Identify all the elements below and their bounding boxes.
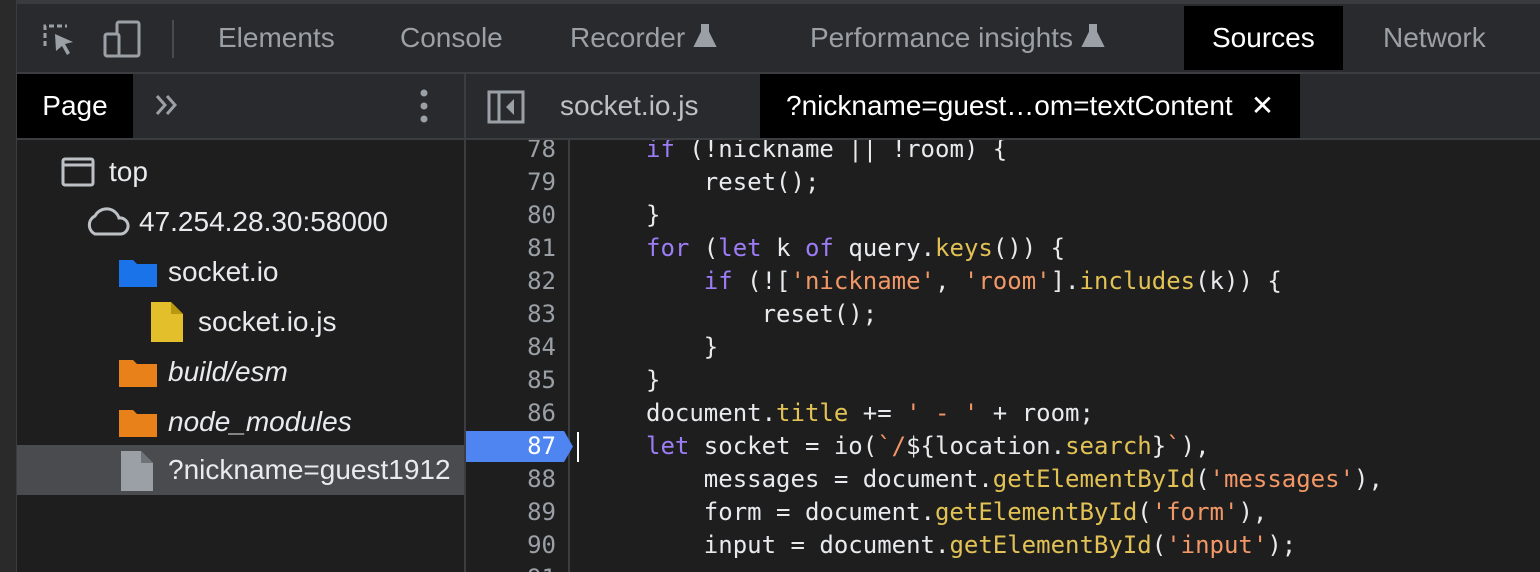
- inspect-element-icon[interactable]: [39, 20, 79, 60]
- frame-icon: [61, 157, 95, 187]
- code-line: 90 input = document.getElementById('inpu…: [527, 531, 1297, 559]
- code-line: 84 }: [527, 333, 719, 361]
- tree-item-origin[interactable]: 47.254.28.30:58000: [17, 197, 464, 247]
- code-line: 86 document.title += ' - ' + room;: [527, 399, 1094, 427]
- code-line: 89 form = document.getElementById('form'…: [527, 498, 1268, 526]
- tree-item-current-page[interactable]: ?nickname=guest1912: [17, 445, 464, 495]
- code-editor[interactable]: 78 if (!nickname || !room) { 79 reset();…: [466, 140, 1540, 572]
- close-icon[interactable]: ✕: [1251, 90, 1274, 121]
- window-left-edge: [0, 0, 17, 572]
- flask-icon: [693, 24, 717, 47]
- tab-console[interactable]: Console: [400, 6, 503, 70]
- file-js-icon: [151, 302, 183, 342]
- tab-performance-insights[interactable]: Performance insights: [810, 6, 1105, 70]
- tree-item-build-esm[interactable]: build/esm: [17, 347, 464, 397]
- tree-item-socket-io-folder[interactable]: socket.io: [17, 247, 464, 297]
- code-line: 83 reset();: [527, 300, 878, 328]
- kebab-menu-icon[interactable]: [417, 88, 431, 124]
- folder-icon: [119, 260, 157, 287]
- toggle-navigator-icon[interactable]: [487, 90, 525, 124]
- code-line: 91: [466, 562, 1540, 572]
- code-line-breakpoint: 87 let socket = io(`/${location.search}`…: [466, 430, 1540, 463]
- tab-network[interactable]: Network: [1383, 6, 1486, 70]
- code-line: 80 }: [527, 201, 661, 229]
- navigator-tab-page[interactable]: Page: [17, 74, 133, 138]
- tree-item-node-modules[interactable]: node_modules: [17, 397, 464, 447]
- code-line: 85 }: [527, 366, 661, 394]
- code-line: 88 messages = document.getElementById('m…: [527, 465, 1383, 493]
- tab-sources[interactable]: Sources: [1184, 6, 1343, 70]
- device-toggle-icon[interactable]: [103, 20, 143, 60]
- toolbar-separator: [172, 20, 174, 58]
- code-line: 81 for (let k of query.keys()) {: [527, 234, 1066, 262]
- tree-item-socket-io-js[interactable]: socket.io.js: [17, 297, 464, 347]
- cloud-icon: [87, 207, 130, 236]
- chevron-double-right-icon[interactable]: [153, 90, 179, 120]
- code-line: 79 reset();: [527, 168, 820, 196]
- code-line: 78 if (!nickname || !room) {: [527, 140, 1008, 163]
- file-icon: [121, 451, 153, 491]
- file-navigator: top 47.254.28.30:58000 socket.io socket.…: [17, 140, 464, 572]
- folder-icon: [119, 360, 157, 387]
- sources-subbar: Page socket.io.js ?nickname=guest…om=tex…: [17, 74, 1540, 140]
- devtools-toolbar: Elements Console Recorder Performance in…: [17, 0, 1540, 74]
- flask-icon: [1081, 24, 1105, 47]
- tab-elements[interactable]: Elements: [218, 6, 335, 70]
- text-cursor: [577, 432, 579, 462]
- folder-icon: [119, 410, 157, 437]
- editor-tab-active-file[interactable]: ?nickname=guest…om=textContent ✕: [760, 74, 1301, 138]
- tree-item-top[interactable]: top: [17, 147, 464, 197]
- tab-recorder[interactable]: Recorder: [570, 6, 717, 70]
- code-line: 82 if (!['nickname', 'room'].includes(k)…: [527, 267, 1282, 295]
- editor-tab-socket-io-js[interactable]: socket.io.js: [560, 74, 699, 138]
